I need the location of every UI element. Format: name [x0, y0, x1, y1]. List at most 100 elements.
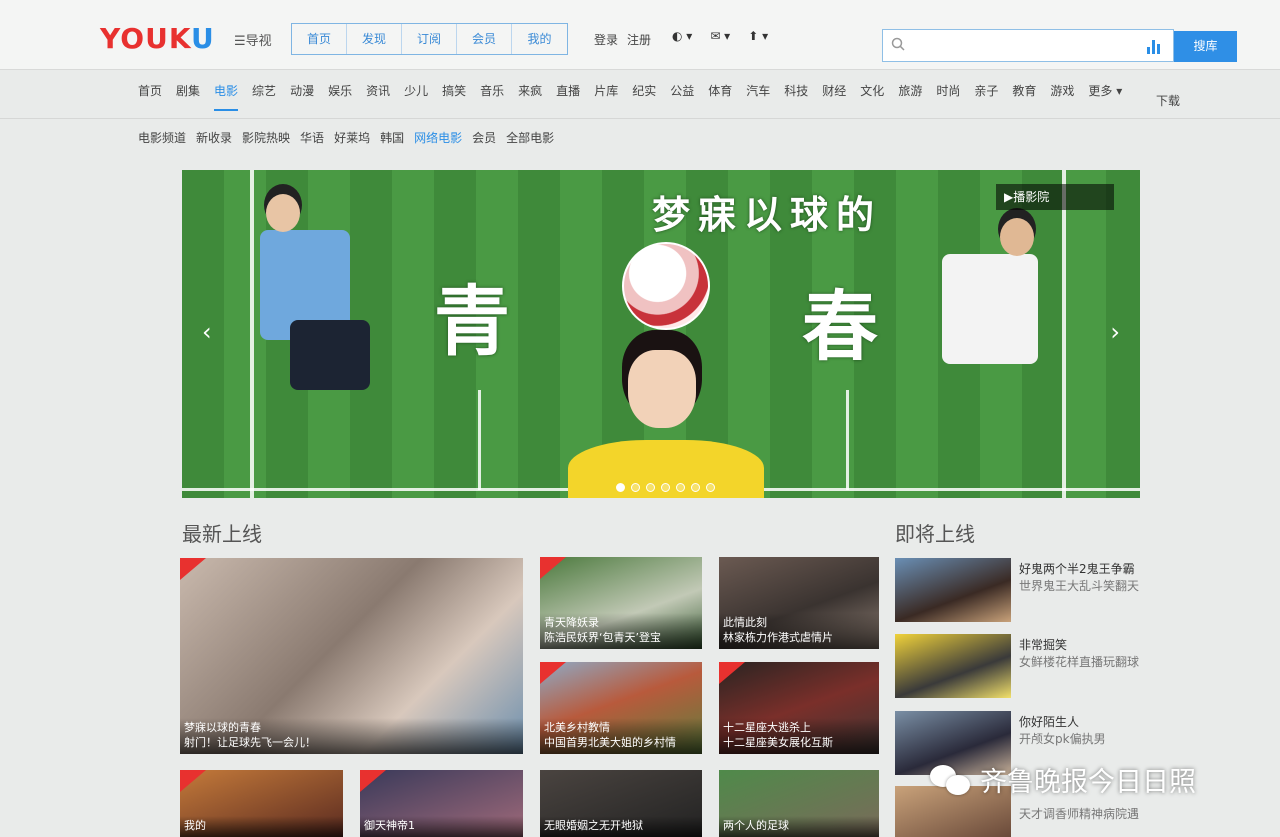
- card-caption: 我的: [180, 816, 343, 837]
- movie-card[interactable]: 青天降妖录 陈浩民妖界‘包青天’登宝: [540, 557, 702, 649]
- channel-item[interactable]: 来疯: [518, 82, 542, 111]
- new-tag: [180, 770, 206, 792]
- channel-item[interactable]: 旅游: [898, 82, 922, 111]
- topnav-home[interactable]: 首页: [292, 24, 347, 54]
- channel-item[interactable]: 片库: [594, 82, 618, 111]
- movie-card[interactable]: 十二星座大逃杀上 十二星座美女展化互斯: [719, 662, 879, 754]
- card-caption: 青天降妖录 陈浩民妖界‘包青天’登宝: [540, 613, 702, 649]
- carousel-dot[interactable]: [661, 483, 670, 492]
- channel-item[interactable]: 游戏: [1050, 82, 1074, 111]
- topnav-mine[interactable]: 我的: [512, 24, 567, 54]
- carousel-dot[interactable]: [691, 483, 700, 492]
- search-button[interactable]: 搜库: [1174, 31, 1237, 62]
- upcoming-title: 非常掘笑: [1019, 638, 1068, 652]
- carousel-dot[interactable]: [631, 483, 640, 492]
- banner-title-right: 春: [802, 282, 878, 371]
- upload-icon[interactable]: ⬆ ▾: [748, 29, 768, 43]
- channel-item[interactable]: 纪实: [632, 82, 656, 111]
- register-link[interactable]: 注册: [627, 33, 651, 47]
- channel-item-more[interactable]: 更多 ▾: [1088, 82, 1122, 111]
- channel-item[interactable]: 资讯: [366, 82, 390, 111]
- search-input[interactable]: [882, 29, 1174, 62]
- subnav-item[interactable]: 新收录: [196, 129, 232, 146]
- carousel-dot[interactable]: [706, 483, 715, 492]
- topnav-vip[interactable]: 会员: [457, 24, 512, 54]
- history-icon[interactable]: ◐ ▾: [672, 29, 692, 43]
- channel-item[interactable]: 科技: [784, 82, 808, 111]
- subnav-item[interactable]: 韩国: [380, 129, 404, 146]
- banner-prev-icon[interactable]: ‹: [202, 318, 212, 346]
- latest-heading: 最新上线: [182, 522, 262, 546]
- movie-card[interactable]: 此情此刻 林家栋力作港式虐情片: [719, 557, 879, 649]
- channel-item[interactable]: 时尚: [936, 82, 960, 111]
- card-subtitle: 陈浩民妖界‘包青天’登宝: [544, 631, 661, 644]
- card-caption: 梦寐以球的青春 射门！让足球先飞一会儿！: [180, 718, 523, 754]
- trending-chart-icon[interactable]: [1147, 38, 1163, 54]
- banner-title-left: 青: [434, 277, 510, 366]
- upcoming-thumbnail: [895, 558, 1011, 622]
- new-tag: [540, 662, 566, 684]
- nav-menu-button[interactable]: ☰导视: [234, 30, 272, 49]
- channel-item[interactable]: 剧集: [176, 82, 200, 111]
- channel-item[interactable]: 首页: [138, 82, 162, 111]
- subnav-item-highlight[interactable]: 网络电影: [414, 129, 462, 146]
- channel-item[interactable]: 汽车: [746, 82, 770, 111]
- banner-next-icon[interactable]: ›: [1110, 318, 1120, 346]
- movie-card[interactable]: 御天神帝1: [360, 770, 523, 837]
- channel-item[interactable]: 亲子: [974, 82, 998, 111]
- movie-card[interactable]: 两个人的足球: [719, 770, 879, 837]
- channel-item[interactable]: 音乐: [480, 82, 504, 111]
- card-title: 我的: [184, 819, 206, 832]
- topnav-subscribe[interactable]: 订阅: [402, 24, 457, 54]
- new-tag: [180, 558, 206, 580]
- login-link[interactable]: 登录: [594, 33, 618, 47]
- movie-card-featured[interactable]: 梦寐以球的青春 射门！让足球先飞一会儿！: [180, 558, 523, 754]
- upcoming-title: 你好陌生人: [1019, 715, 1080, 729]
- channel-item[interactable]: 体育: [708, 82, 732, 111]
- channel-item[interactable]: 公益: [670, 82, 694, 111]
- subnav-item[interactable]: 好莱坞: [334, 129, 370, 146]
- subnav-item[interactable]: 影院热映: [242, 129, 290, 146]
- movie-card[interactable]: 无眼婚姻之无开地狱: [540, 770, 702, 837]
- logo-text: YOUK: [100, 22, 192, 55]
- hero-banner[interactable]: 梦寐以球的 青 春 ▶播影院 ‹ ›: [182, 170, 1140, 498]
- field-line: [1062, 170, 1066, 498]
- player-right-shirt: [942, 254, 1038, 364]
- banner-title: 梦寐以球的: [652, 192, 883, 237]
- channel-item[interactable]: 少儿: [404, 82, 428, 111]
- card-subtitle: 林家栋力作港式虐情片: [723, 631, 833, 644]
- channel-item-active[interactable]: 电影: [214, 82, 239, 111]
- carousel-dots: [616, 483, 715, 492]
- football-image: [622, 242, 710, 330]
- channel-item[interactable]: 动漫: [290, 82, 314, 111]
- movie-card[interactable]: 北美乡村教情 中国首男北美大姐的乡村情: [540, 662, 702, 754]
- topnav-discover[interactable]: 发现: [347, 24, 402, 54]
- channel-item[interactable]: 教育: [1012, 82, 1036, 111]
- upcoming-thumbnail: [895, 634, 1011, 698]
- subnav-item[interactable]: 华语: [300, 129, 324, 146]
- top-nav: 首页 发现 订阅 会员 我的: [291, 23, 568, 55]
- carousel-dot[interactable]: [646, 483, 655, 492]
- card-title: 青天降妖录: [544, 616, 599, 629]
- subnav-item[interactable]: 会员: [472, 129, 496, 146]
- youku-logo[interactable]: YOUKU: [100, 22, 215, 55]
- channel-item[interactable]: 娱乐: [328, 82, 352, 111]
- carousel-dot[interactable]: [616, 483, 625, 492]
- message-icon[interactable]: ✉ ▾: [710, 29, 730, 43]
- subnav-item[interactable]: 电影频道: [138, 129, 186, 146]
- channel-item[interactable]: 直播: [556, 82, 580, 111]
- channel-item[interactable]: 综艺: [252, 82, 276, 111]
- upcoming-item[interactable]: 非常掘笑 女鲜楼花样直播玩翻球: [895, 634, 1155, 700]
- card-caption: 无眼婚姻之无开地狱: [540, 816, 702, 837]
- download-link[interactable]: 下载: [1156, 92, 1180, 109]
- upcoming-item[interactable]: 好鬼两个半2鬼王争霸 世界鬼王大乱斗笑翻天: [895, 558, 1155, 624]
- subnav-item[interactable]: 全部电影: [506, 129, 554, 146]
- channel-item[interactable]: 文化: [860, 82, 884, 111]
- divider: [0, 118, 1280, 119]
- upcoming-desc: 女鲜楼花样直播玩翻球: [1019, 655, 1140, 669]
- new-tag: [360, 770, 386, 792]
- carousel-dot[interactable]: [676, 483, 685, 492]
- channel-item[interactable]: 搞笑: [442, 82, 466, 111]
- movie-card[interactable]: 我的: [180, 770, 343, 837]
- channel-item[interactable]: 财经: [822, 82, 846, 111]
